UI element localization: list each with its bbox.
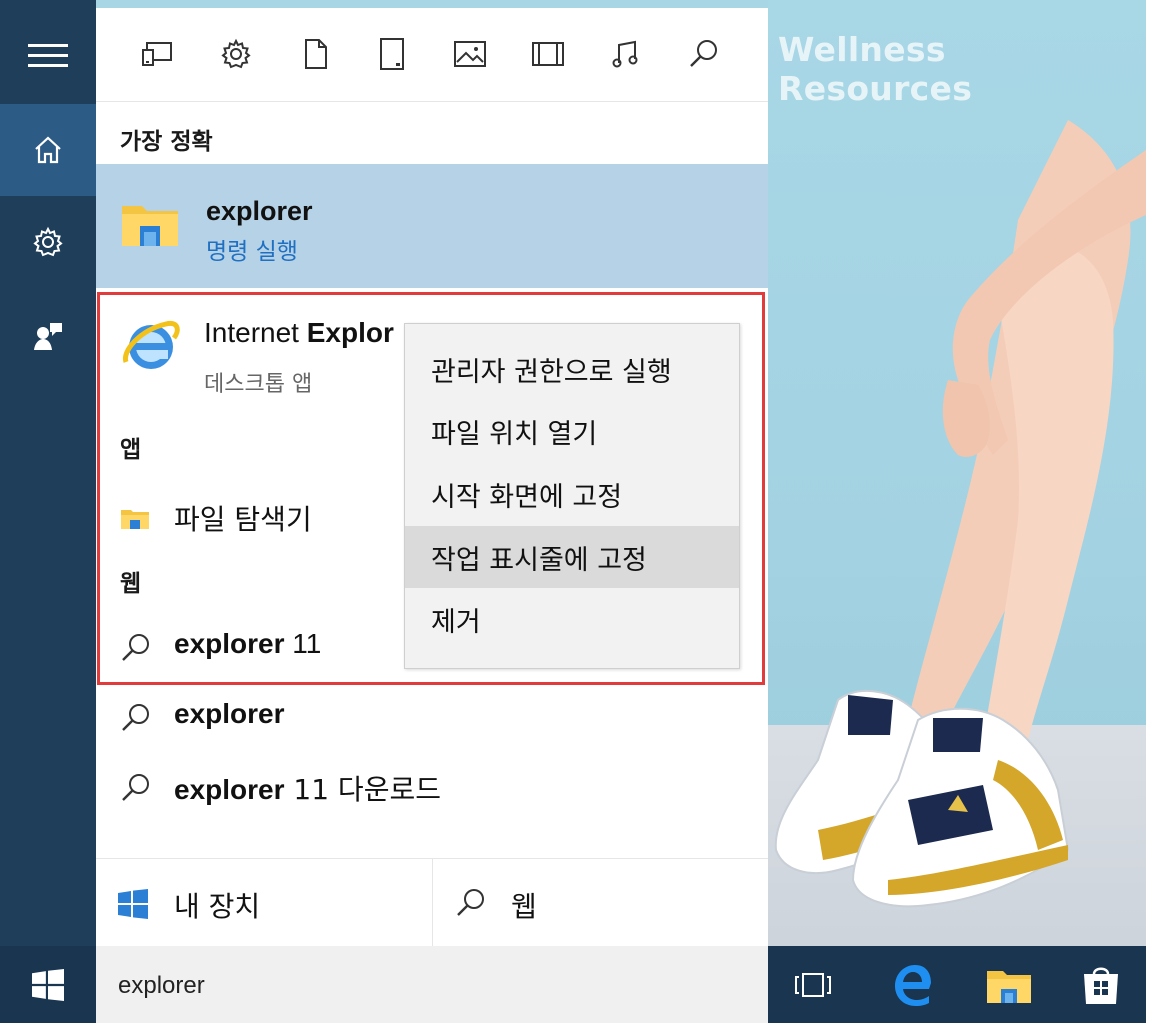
hamburger-menu-button[interactable] (0, 10, 96, 102)
web-suggestion-3-bold: explorer (174, 774, 285, 805)
window-edge (1146, 0, 1152, 1023)
context-menu: 관리자 권한으로 실행 파일 위치 열기 시작 화면에 고정 작업 표시줄에 고… (404, 323, 740, 669)
pin-to-start-item[interactable]: 시작 화면에 고정 (405, 463, 739, 525)
filter-search-button[interactable] (682, 32, 726, 76)
uninstall-item[interactable]: 제거 (405, 588, 739, 650)
filter-videos-button[interactable] (526, 32, 570, 76)
filter-photos-button[interactable] (448, 32, 492, 76)
web-suggestion-2-bold: explorer (174, 698, 285, 729)
watermark-text: Wellness Resources (778, 30, 973, 108)
settings-rail-button[interactable] (0, 196, 96, 288)
music-icon (612, 40, 638, 68)
run-as-admin-item[interactable]: 관리자 권한으로 실행 (405, 338, 739, 400)
search-icon (690, 40, 717, 67)
windows-start-icon (32, 968, 64, 1001)
web-suggestion-3-text: explorer 11 다운로드 (174, 768, 441, 808)
task-view-icon (795, 972, 831, 997)
feedback-icon (34, 323, 62, 350)
apps-icon (142, 42, 172, 66)
taskbar-search-box[interactable]: explorer (96, 946, 768, 1023)
tablet-icon (380, 38, 404, 70)
filter-documents-button[interactable] (294, 32, 338, 76)
scope-tabs: 내 장치 웹 (96, 858, 768, 947)
best-match-subtitle: 명령 실행 (206, 239, 298, 265)
edge-icon (895, 964, 931, 1006)
store-taskbar-button[interactable] (1066, 946, 1136, 1023)
photo-legs-illustration (774, 120, 1146, 908)
feedback-button[interactable] (0, 290, 96, 382)
folder-icon (122, 206, 178, 246)
photo-icon (454, 41, 486, 67)
video-icon (532, 42, 564, 66)
gear-icon (33, 226, 63, 257)
store-bag-icon (1084, 967, 1118, 1004)
best-match-header: 가장 정확 (120, 129, 213, 155)
web-suggestion-3-rest: 11 다운로드 (284, 773, 441, 806)
filter-folders-button[interactable] (370, 32, 414, 76)
edge-taskbar-button[interactable] (878, 946, 948, 1023)
web-tab[interactable]: 웹 (433, 859, 768, 947)
settings-icon (221, 38, 251, 69)
best-match-item[interactable] (96, 164, 768, 288)
filter-toolbar (96, 8, 768, 102)
best-match-title: explorer (206, 196, 313, 226)
start-left-rail (0, 0, 96, 946)
web-tab-label: 웹 (511, 890, 537, 923)
search-icon (457, 889, 484, 916)
task-view-button[interactable] (778, 946, 848, 1023)
web-suggestion-3[interactable]: explorer 11 다운로드 (120, 768, 620, 812)
web-suggestion-2-text: explorer (174, 698, 285, 730)
hamburger-icon (28, 44, 68, 67)
search-query: explorer (118, 972, 205, 999)
pin-to-taskbar-item[interactable]: 작업 표시줄에 고정 (405, 526, 739, 588)
web-suggestion-2[interactable]: explorer (120, 698, 620, 742)
my-device-label: 내 장치 (174, 890, 261, 923)
home-button[interactable] (0, 104, 96, 196)
filter-apps-button[interactable] (136, 32, 180, 76)
document-icon (305, 39, 327, 69)
search-icon (122, 774, 149, 801)
home-icon (35, 136, 61, 164)
file-explorer-taskbar-button[interactable] (974, 946, 1044, 1023)
windows-logo-icon (118, 889, 148, 919)
my-device-tab[interactable]: 내 장치 (96, 859, 432, 947)
folder-taskbar-icon (987, 970, 1031, 1003)
filter-music-button[interactable] (604, 32, 648, 76)
search-icon (122, 704, 149, 731)
filter-settings-button[interactable] (214, 32, 258, 76)
taskbar: explorer (0, 946, 1146, 1023)
start-button[interactable] (0, 946, 96, 1023)
open-file-location-item[interactable]: 파일 위치 열기 (405, 400, 739, 462)
